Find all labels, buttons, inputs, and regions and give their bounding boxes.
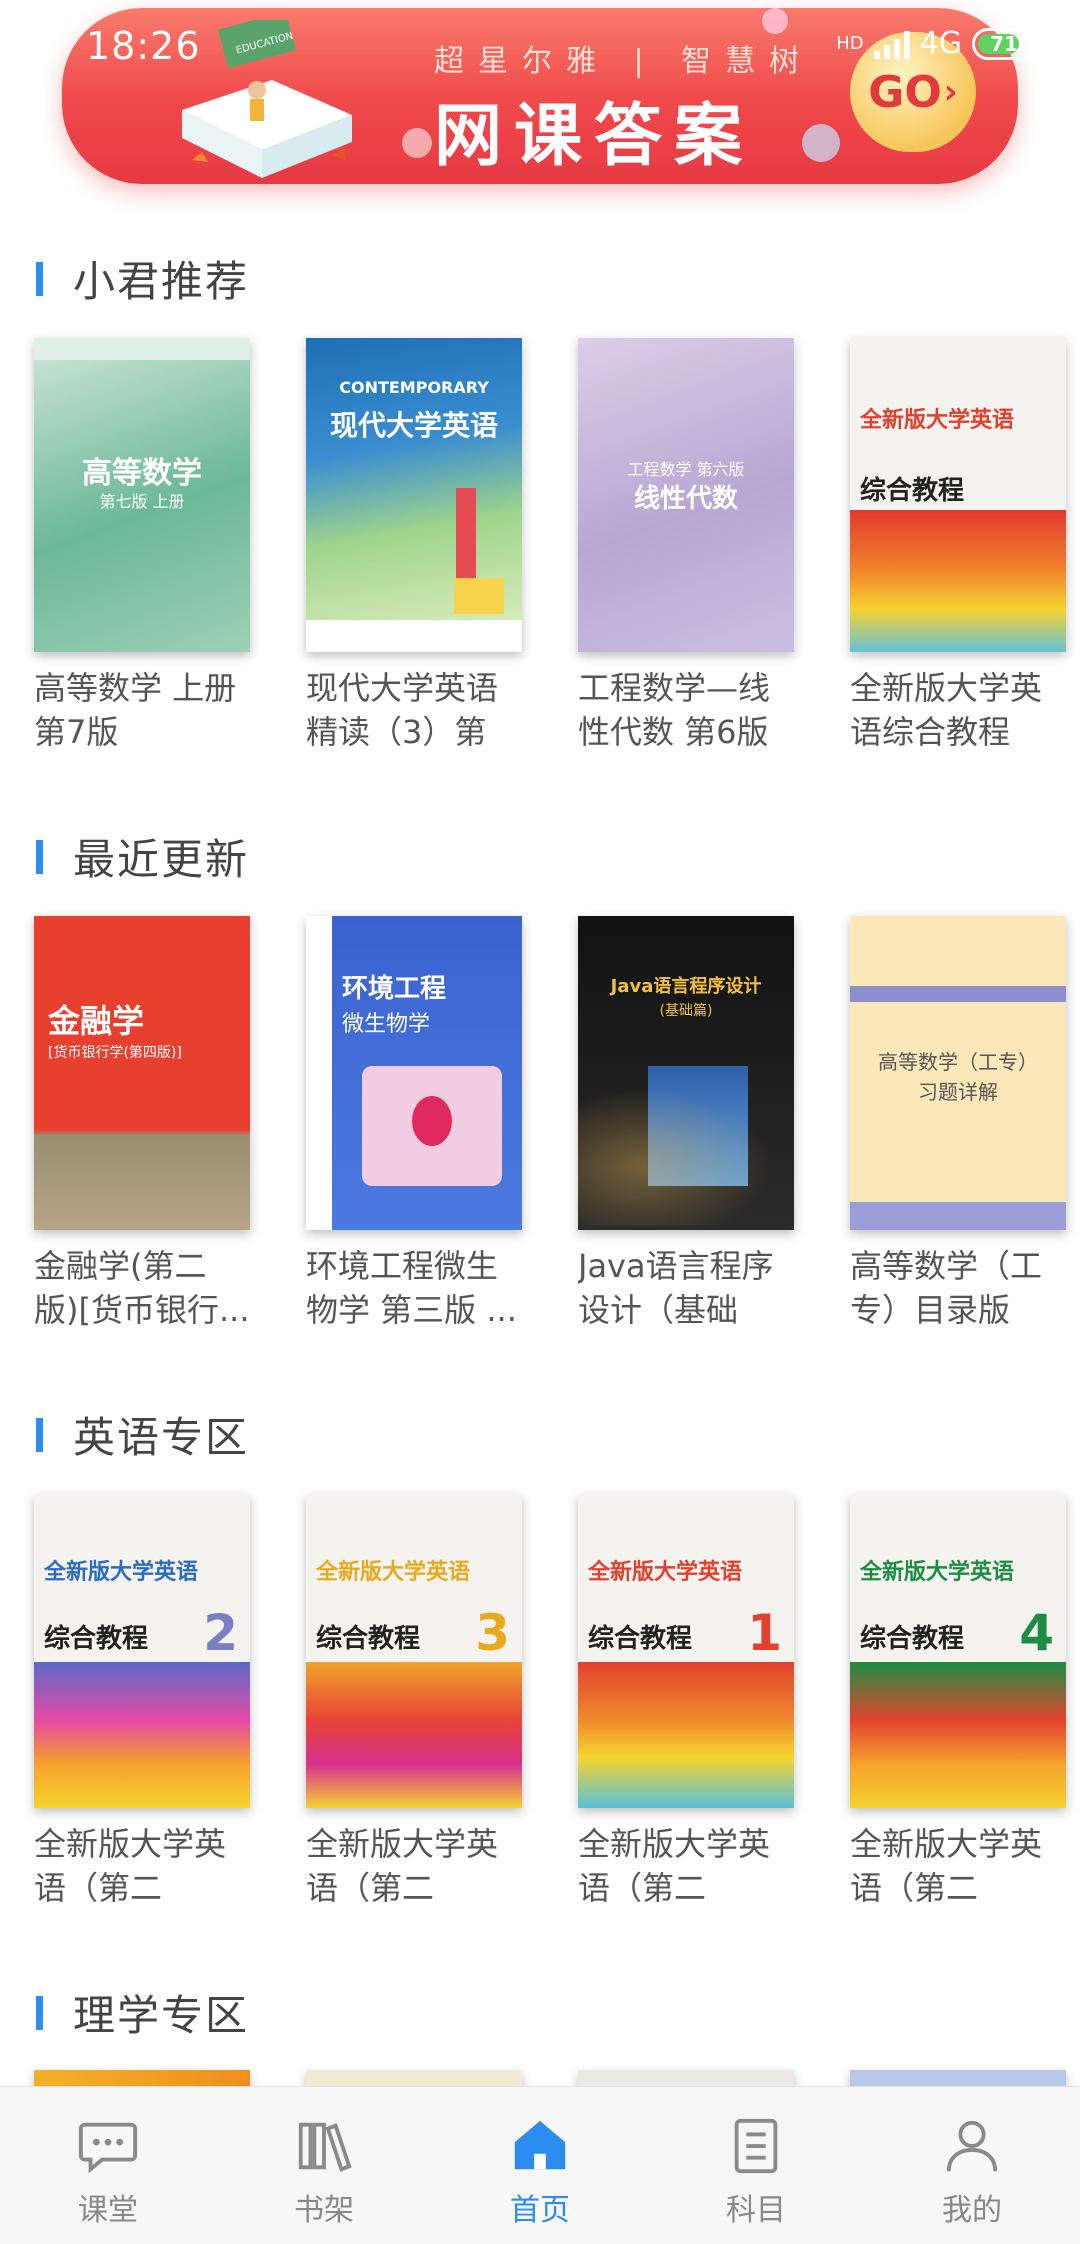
book-card[interactable]: 环境工程 微生物学 环境工程微生物学 第三版 ... [306, 916, 522, 1332]
book-cover[interactable]: 环境工程 微生物学 [306, 916, 522, 1230]
book-title[interactable]: 高等数学（工专）目录版 [850, 1244, 1066, 1332]
home-icon [514, 2120, 566, 2170]
book-title[interactable]: 高等数学 上册 第7版 [34, 666, 250, 754]
section-header: 理学专区 [36, 1982, 249, 2043]
status-bar: 18:26 HD 4G 71 [0, 0, 1080, 90]
hd-label: HD [836, 33, 864, 54]
book-card[interactable]: 高等数学（工专） 习题详解 高等数学（工专）目录版 [850, 916, 1066, 1332]
nav-classroom[interactable]: 课堂 [0, 2087, 216, 2244]
book-card[interactable]: 全新版大学英语 综合教程 4 全新版大学英语（第二版）... [850, 1494, 1066, 1910]
book-cover[interactable]: CONTEMPORARY 现代大学英语 [306, 338, 522, 652]
battery-icon: 71 [972, 27, 1036, 60]
section-header: 小君推荐 [36, 248, 249, 309]
book-title[interactable]: 全新版大学英语（第二版）... [850, 1822, 1066, 1910]
section-title: 最近更新 [73, 835, 250, 884]
nav-label: 书架 [294, 2193, 354, 2228]
chat-icon [78, 2122, 138, 2174]
book-cover[interactable]: 全新版大学英语 综合教程 2 [34, 1494, 250, 1808]
signal-icon [873, 29, 910, 59]
status-time: 18:26 [86, 24, 201, 68]
book-card[interactable]: 高等数学 第七版 上册 高等数学 上册 第7版 [34, 338, 250, 754]
book-cover[interactable]: 全新版大学英语 综合教程 3 [306, 1494, 522, 1808]
book-card[interactable]: CONTEMPORARY 现代大学英语 现代大学英语 精读（3）第2... [306, 338, 522, 754]
book-cover[interactable]: Java语言程序设计 (基础篇) [578, 916, 794, 1230]
book-cover[interactable]: 金融学 [货币银行学(第四版)] [34, 916, 250, 1230]
bookshelf-icon [298, 2122, 352, 2172]
nav-label: 课堂 [78, 2193, 138, 2228]
bottom-nav: 课堂 书架 首页 科目 我的 [0, 2086, 1080, 2244]
section-title: 英语专区 [73, 1413, 250, 1462]
nav-subject[interactable]: 科目 [648, 2087, 864, 2244]
nav-label: 首页 [510, 2193, 570, 2228]
book-title[interactable]: 金融学(第二版)[货币银行... [34, 1244, 250, 1332]
network-label: 4G [919, 26, 962, 61]
book-card[interactable]: 全新版大学英语 综合教程 3 全新版大学英语（第二版）... [306, 1494, 522, 1910]
book-cover[interactable]: 全新版大学英语 综合教程 [850, 338, 1066, 652]
book-title[interactable]: 全新版大学英语（第二版）... [306, 1822, 522, 1910]
section-header: 最近更新 [36, 826, 249, 887]
book-card[interactable]: 金融学 [货币银行学(第四版)] 金融学(第二版)[货币银行... [34, 916, 250, 1332]
book-title[interactable]: 工程数学—线性代数 第6版 [578, 666, 794, 754]
banner-title: 网课答案 [434, 97, 755, 176]
status-right: HD 4G 71 [836, 26, 1036, 61]
section-accent-bar [36, 1417, 43, 1452]
subject-icon [734, 2118, 778, 2174]
section-title: 理学专区 [73, 1991, 250, 2040]
nav-label: 科目 [726, 2193, 786, 2228]
section-header: 英语专区 [36, 1404, 249, 1465]
book-cover[interactable]: 高等数学 第七版 上册 [34, 338, 250, 652]
profile-icon [946, 2120, 998, 2172]
book-card[interactable]: 全新版大学英语 综合教程 全新版大学英语综合教程（... [850, 338, 1066, 754]
book-title[interactable]: Java语言程序设计（基础篇... [578, 1244, 794, 1332]
book-card[interactable]: 全新版大学英语 综合教程 1 全新版大学英语（第二版）... [578, 1494, 794, 1910]
book-cover[interactable]: 工程数学 第六版 线性代数 [578, 338, 794, 652]
section-accent-bar [36, 1995, 43, 2030]
nav-home[interactable]: 首页 [432, 2087, 648, 2244]
nav-label: 我的 [942, 2193, 1002, 2228]
book-card[interactable]: Java语言程序设计 (基础篇) Java语言程序设计（基础篇... [578, 916, 794, 1332]
book-cover[interactable]: 全新版大学英语 综合教程 4 [850, 1494, 1066, 1808]
section-title: 小君推荐 [73, 257, 250, 306]
nav-profile[interactable]: 我的 [864, 2087, 1080, 2244]
book-title[interactable]: 全新版大学英语（第二版）... [34, 1822, 250, 1910]
book-card[interactable]: 工程数学 第六版 线性代数 工程数学—线性代数 第6版 [578, 338, 794, 754]
book-title[interactable]: 全新版大学英语综合教程（... [850, 666, 1066, 754]
book-title[interactable]: 全新版大学英语（第二版）... [578, 1822, 794, 1910]
book-title[interactable]: 环境工程微生物学 第三版 ... [306, 1244, 522, 1332]
section-accent-bar [36, 261, 43, 296]
book-card[interactable]: 全新版大学英语 综合教程 2 全新版大学英语（第二版）... [34, 1494, 250, 1910]
book-cover[interactable]: 高等数学（工专） 习题详解 [850, 916, 1066, 1230]
book-title[interactable]: 现代大学英语 精读（3）第2... [306, 666, 522, 754]
nav-bookshelf[interactable]: 书架 [216, 2087, 432, 2244]
section-accent-bar [36, 839, 43, 874]
book-cover[interactable]: 全新版大学英语 综合教程 1 [578, 1494, 794, 1808]
